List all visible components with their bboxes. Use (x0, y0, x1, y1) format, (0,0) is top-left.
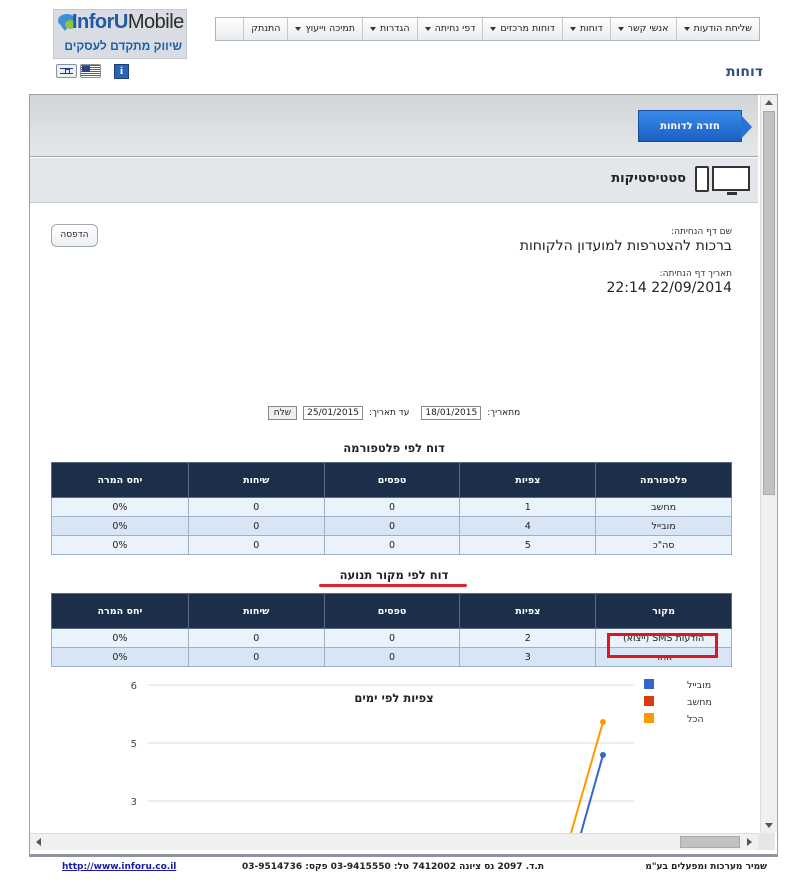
logo[interactable]: InforUMobile שיווק מתקדם לעסקים (53, 9, 187, 59)
language-switcher: i (56, 64, 129, 79)
horizontal-scroll-thumb[interactable] (680, 836, 740, 848)
footer-company: שמיר מערכות ומפעלים בע"מ (645, 862, 767, 872)
y-tick-label: 3 (131, 797, 137, 808)
menu-item[interactable]: אנשי קשר (609, 18, 676, 40)
caret-down-icon (569, 27, 576, 31)
footer-contact: ת.ד. 2097 נס ציונה 7412002 טל: 03-941555… (242, 862, 544, 872)
report-content: הדפסה שם דף הנחיתה: ברכות להצטרפות למועד… (30, 203, 758, 833)
vertical-scroll-thumb[interactable] (763, 111, 775, 495)
menu-item-label: הגדרות (380, 23, 410, 34)
scroll-left-icon[interactable] (36, 838, 41, 846)
desktop-icon (712, 166, 750, 195)
menu-item-label: אנשי קשר (627, 23, 669, 34)
menu-item[interactable]: דוחות (561, 18, 610, 40)
footer-website-link[interactable]: http://www.inforu.co.il (62, 862, 176, 872)
footer: שמיר מערכות ומפעלים בע"מ ת.ד. 2097 נס צי… (0, 862, 795, 878)
data-point[interactable] (600, 719, 606, 725)
menu-item[interactable]: התנתק (243, 18, 287, 40)
page-title: דוחות (725, 64, 763, 80)
us-flag-icon[interactable] (80, 64, 101, 78)
menu-item[interactable]: שליחת הודעות (675, 18, 759, 40)
legend-label: מובייל (687, 680, 711, 691)
scrollbar-corner (758, 833, 775, 850)
info-icon[interactable]: i (114, 64, 129, 79)
horizontal-scrollbar[interactable] (30, 833, 758, 850)
menu-item-label: דוחות (579, 23, 603, 34)
vertical-scrollbar[interactable] (760, 95, 777, 833)
menu-item-label: תמיכה וייעוץ (305, 23, 356, 34)
y-tick-label: 5 (131, 739, 137, 750)
scroll-down-icon[interactable] (765, 823, 773, 828)
scroll-up-icon[interactable] (765, 100, 773, 105)
menu-item[interactable]: תמיכה וייעוץ (287, 18, 362, 40)
data-point[interactable] (600, 752, 606, 758)
scroll-right-icon[interactable] (747, 838, 752, 846)
legend-label: הכל (687, 714, 704, 725)
menu-item-label: שליחת הודעות (693, 23, 752, 34)
legend-swatch (644, 713, 654, 723)
y-tick-label: 6 (131, 681, 137, 692)
mobile-device-icon (695, 166, 709, 192)
menu-item[interactable]: דפי נחיתה (416, 18, 483, 40)
israel-flag-icon[interactable] (56, 64, 77, 78)
back-to-reports-button[interactable]: חזרה לדוחות (638, 110, 752, 142)
caret-down-icon (370, 27, 377, 31)
toolbar: חזרה לדוחות (30, 95, 758, 157)
views-by-day-chart: 6 5 3 מובייל מחשב הכל (131, 679, 712, 833)
caret-down-icon (424, 27, 431, 31)
menu-item[interactable]: דוחות מרכזים (482, 18, 561, 40)
menu-item[interactable]: הגדרות (362, 18, 417, 40)
logo-tagline: שיווק מתקדם לעסקים (64, 39, 182, 53)
section-title: סטטיסטיקות (611, 171, 686, 186)
caret-down-icon (617, 27, 624, 31)
legend-label: מחשב (687, 697, 712, 708)
top-menu: שליחת הודעות אנשי קשר דוחות דוחות מרכזים דפי… (215, 17, 760, 41)
menu-item-label: התנתק (251, 23, 281, 34)
legend-swatch (644, 679, 654, 689)
legend-swatch (644, 696, 654, 706)
caret-down-icon (295, 27, 302, 31)
menu-item-label: דפי נחיתה (434, 23, 476, 34)
logo-text: InforUMobile (72, 11, 184, 33)
series-line (580, 754, 604, 833)
section-header: סטטיסטיקות (30, 158, 758, 203)
caret-down-icon (490, 27, 497, 31)
menu-item-label: דוחות מרכזים (500, 23, 555, 34)
report-frame: חזרה לדוחות סטטיסטיקות הדפסה שם דף הנחית… (29, 94, 778, 857)
series-line (570, 721, 604, 833)
caret-down-icon (683, 27, 690, 31)
